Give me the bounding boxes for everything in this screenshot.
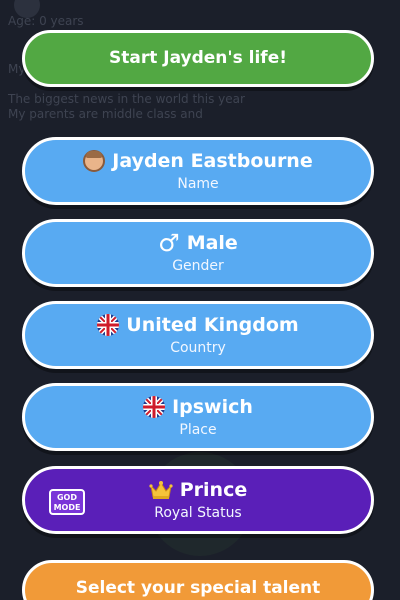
background-line: My parents are middle class and [8,107,203,121]
royal-status-option-button[interactable]: GOD MODE Prince Royal Status [22,466,374,534]
gender-caption: Gender [172,258,224,274]
select-talent-button[interactable]: Select your special talent [22,560,374,600]
face-icon [83,150,106,172]
country-caption: Country [170,340,226,356]
uk-flag-icon [97,314,120,336]
country-option-button[interactable]: United Kingdom Country [22,301,374,369]
uk-flag-icon [143,396,166,418]
name-value: Jayden Eastbourne [112,150,313,172]
god-mode-badge: GOD MODE [49,489,85,515]
background-line: The biggest news in the world this year [8,92,245,106]
place-caption: Place [179,422,217,438]
select-talent-label: Select your special talent [75,578,321,598]
life-setup-screen: Age: 0 years My name is The biggest news… [0,0,400,600]
country-value: United Kingdom [126,314,299,336]
gender-option-button[interactable]: ♂ Male Gender [22,219,374,287]
start-life-button[interactable]: Start Jayden's life! [22,30,374,87]
background-line: Age: 0 years [8,14,84,28]
name-option-button[interactable]: Jayden Eastbourne Name [22,137,374,205]
place-value: Ipswich [172,396,253,418]
name-caption: Name [177,176,219,192]
gender-value: Male [186,232,238,254]
royal-status-value: Prince [179,479,248,501]
place-option-button[interactable]: Ipswich Place [22,383,374,451]
male-symbol-icon: ♂ [158,229,180,257]
crown-icon [149,480,173,500]
start-life-label: Start Jayden's life! [108,48,287,68]
